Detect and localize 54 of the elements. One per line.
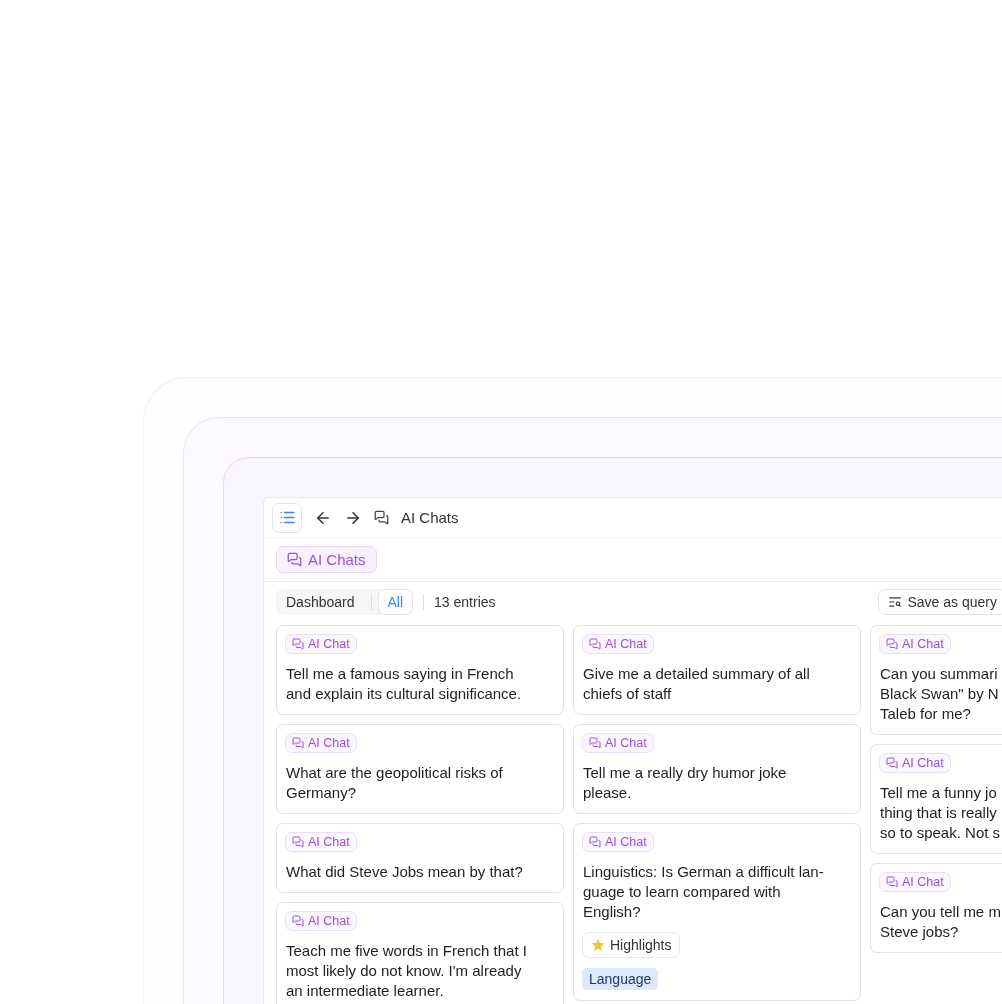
chat-bubbles-icon	[292, 638, 304, 650]
chat-bubbles-icon	[886, 757, 898, 769]
chat-bubbles-icon	[292, 737, 304, 749]
chat-prompt: Tell me a famous saying in French and explain its cultural significance.	[285, 664, 522, 704]
search-list-icon	[887, 595, 902, 609]
chat-prompt: What are the geopolitical risks of Germany?	[285, 763, 503, 803]
chat-bubbles-icon	[292, 915, 304, 927]
chat-tag: AI Chat	[285, 733, 357, 753]
chat-card[interactable]: AI Chat Teach me five words in French that I most likely do not know. I'm already an intermediate learner.	[276, 902, 564, 1004]
chat-bubbles-icon	[292, 836, 304, 848]
chat-tag: AI Chat	[285, 911, 357, 931]
chat-tag: AI Chat	[582, 733, 654, 753]
topic-label: Language	[582, 968, 659, 990]
chat-bubbles-icon	[589, 638, 601, 650]
chat-card[interactable]: AI Chat Tell me a famous saying in French and explain its cultural significance.	[276, 625, 564, 715]
chat-tag: AI Chat	[879, 753, 951, 773]
chat-card[interactable]: AI Chat Tell me a really dry humor joke please.	[573, 724, 861, 814]
chat-tag: AI Chat	[285, 832, 357, 852]
chat-card[interactable]: AI Chat What did Steve Jobs mean by that?	[276, 823, 564, 893]
chat-tag: AI Chat	[879, 634, 951, 654]
chat-prompt: Give me a detailed summary of all chiefs of staff	[582, 664, 810, 704]
filter-tab[interactable]: All	[377, 589, 414, 615]
chat-bubbles-icon	[287, 552, 302, 567]
chat-tag: AI Chat	[582, 634, 654, 654]
chat-bubbles-icon	[886, 638, 898, 650]
chat-tag: AI Chat	[879, 872, 951, 892]
chat-tag: AI Chat	[582, 832, 654, 852]
chat-prompt: What did Steve Jobs mean by that?	[285, 862, 523, 882]
chat-prompt: Teach me five words in French that I most likely do not know. I'm already an intermediate learner.	[285, 941, 527, 1001]
chat-bubbles-icon	[886, 876, 898, 888]
chat-card[interactable]: AI Chat Linguistics: Is German a difficult lan- guage to learn compared with English? Highlights Language	[573, 823, 861, 1001]
list-view-button[interactable]	[272, 502, 302, 533]
page-title: AI Chats	[401, 509, 459, 526]
chat-bubbles-icon	[589, 836, 601, 848]
entry-count: 13 entries	[434, 594, 496, 610]
chat-prompt: Linguistics: Is German a difficult lan- guage to learn compared with English?	[582, 862, 824, 922]
chat-bubbles-icon	[589, 737, 601, 749]
chat-prompt: Tell me a really dry humor joke please.	[582, 763, 787, 803]
chat-bubbles-icon	[374, 510, 389, 525]
chat-card[interactable]: AI Chat Can you summari Black Swan" by N Taleb for me?	[870, 625, 1002, 735]
list-icon	[278, 509, 296, 526]
chat-card[interactable]: AI Chat What are the geopolitical risks of Germany?	[276, 724, 564, 814]
star-icon	[591, 938, 605, 952]
chat-card[interactable]: AI Chat Can you tell me m Steve jobs?	[870, 863, 1002, 953]
view-tag[interactable]: AI Chats	[276, 546, 377, 573]
save-query-button[interactable]: Save as query	[877, 589, 1002, 615]
highlights-chip[interactable]: Highlights	[582, 932, 681, 958]
chat-prompt: Can you tell me m Steve jobs?	[879, 902, 1001, 942]
chat-tag: AI Chat	[285, 634, 357, 654]
filter-tab[interactable]: Dashboard	[276, 589, 365, 615]
chat-card[interactable]: AI Chat Tell me a funny jo thing that is really so to speak. Not s	[870, 744, 1002, 854]
chat-prompt: Tell me a funny jo thing that is really so to speak. Not s	[879, 783, 1001, 843]
chat-prompt: Can you summari Black Swan" by N Taleb for me?	[879, 664, 999, 724]
chat-card[interactable]: AI Chat Give me a detailed summary of all chiefs of staff	[573, 625, 861, 715]
